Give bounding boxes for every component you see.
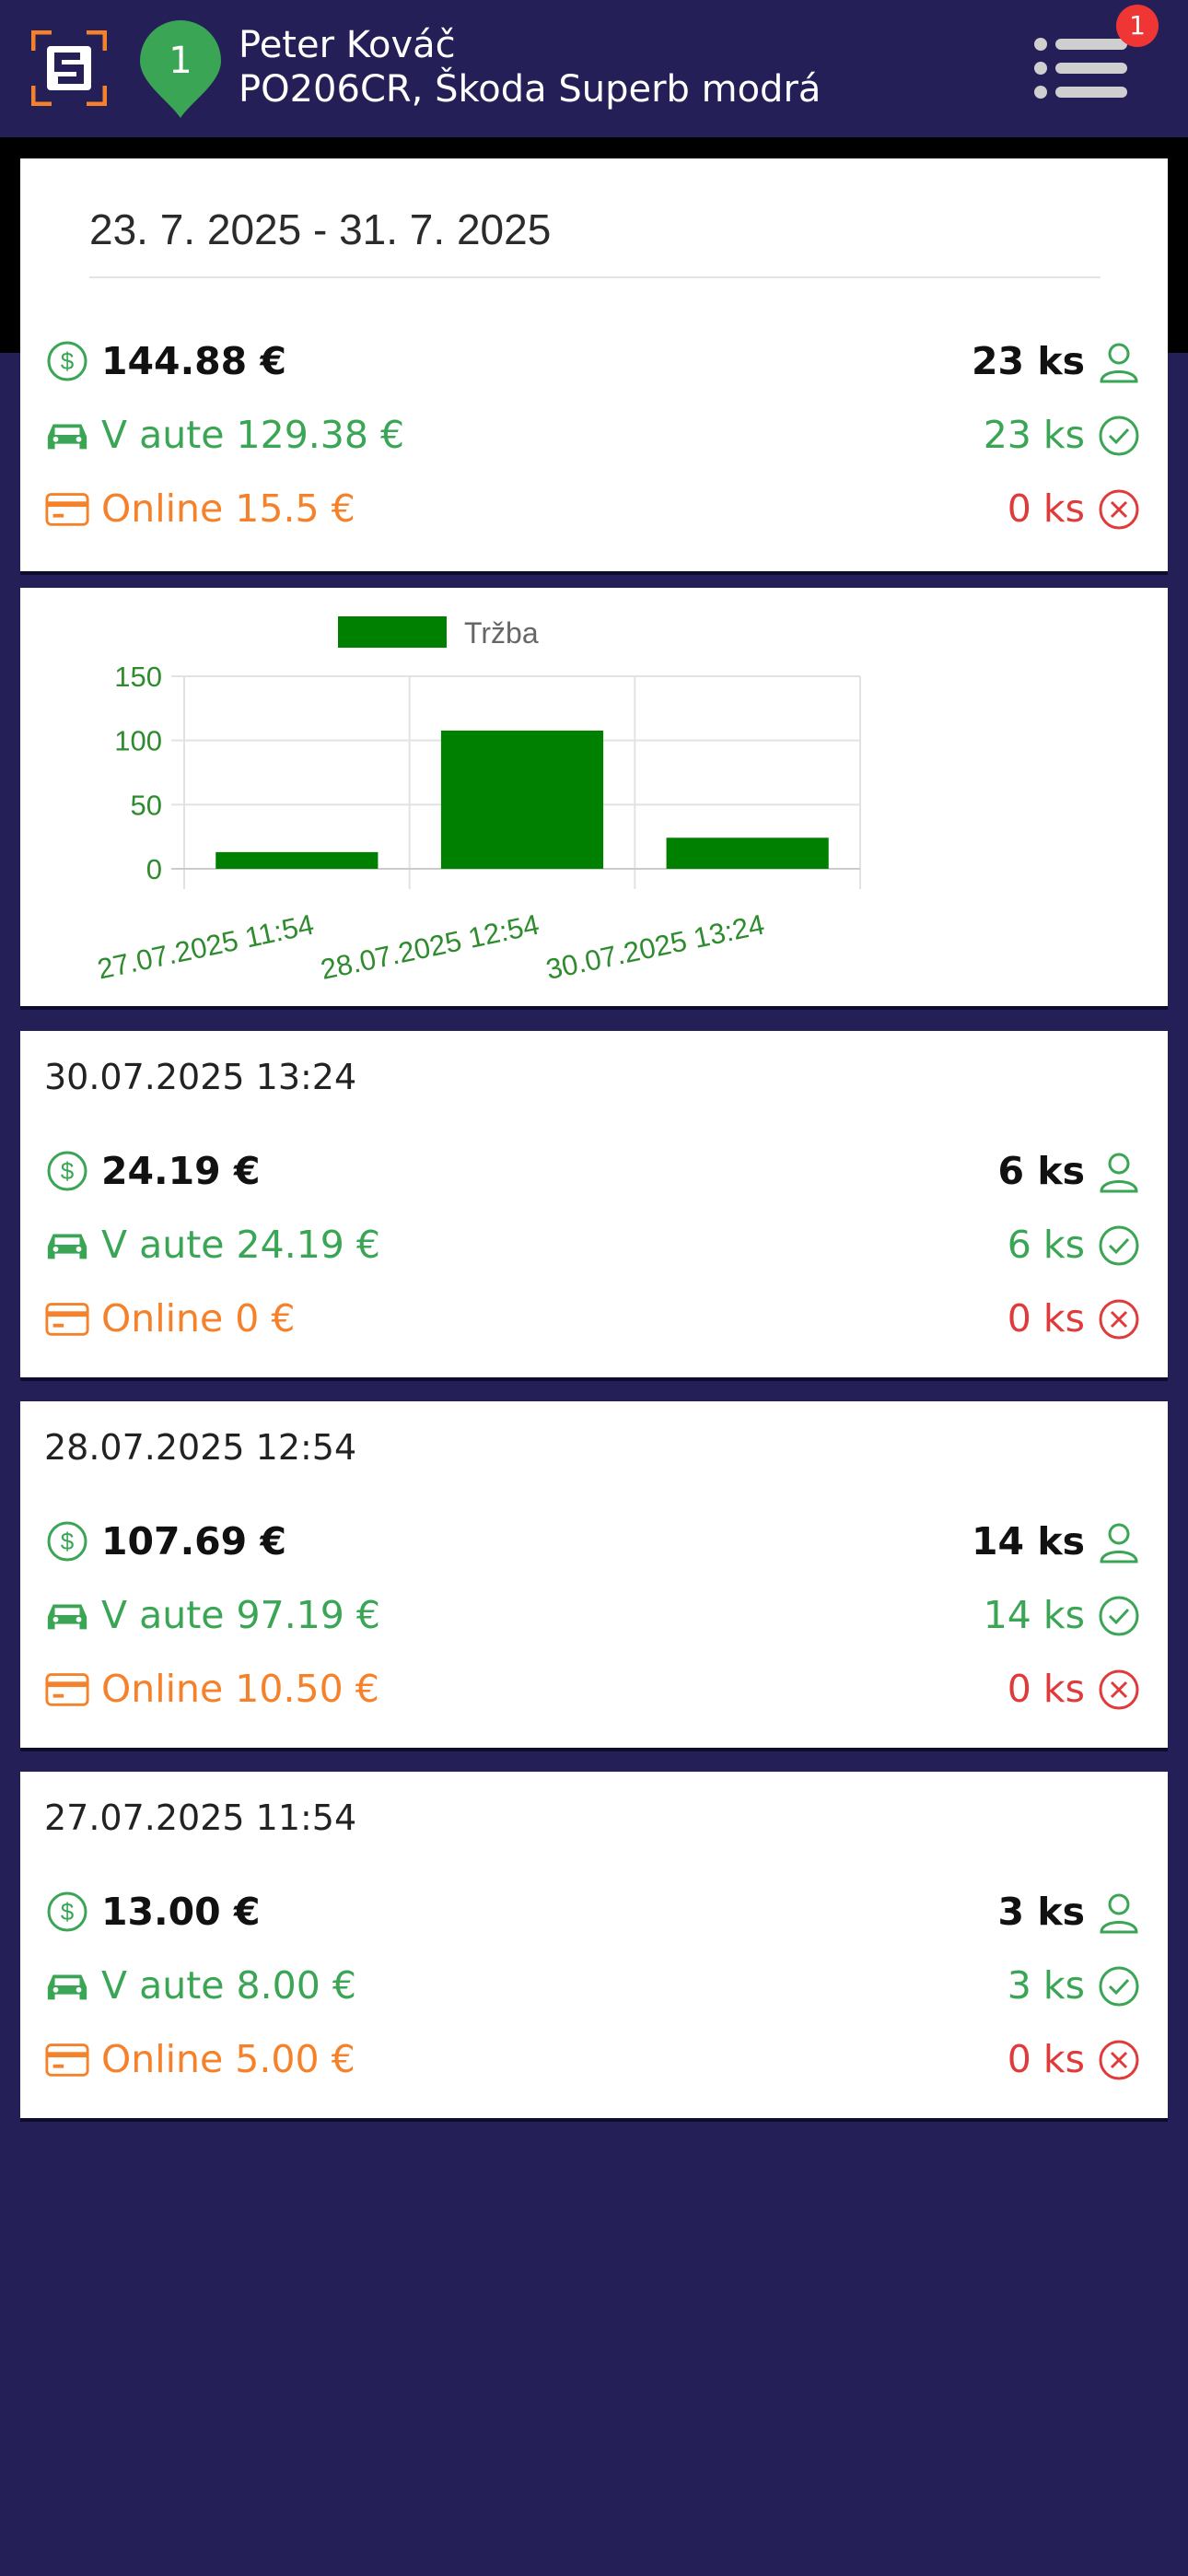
entry-date: 28.07.2025 12:54 — [44, 1427, 357, 1468]
online-row: Online 10.50 € 0 ks — [44, 1661, 1140, 1716]
x-circle-icon — [1099, 1299, 1139, 1340]
bar[interactable] — [215, 851, 379, 869]
online-row: Online 15.5 € 0 ks — [44, 481, 1140, 536]
online-count: 0 ks — [1007, 1296, 1085, 1341]
in-car-amount: V aute 24.19 € — [101, 1223, 381, 1267]
total-count: 3 ks — [997, 1890, 1085, 1934]
total-count: 23 ks — [972, 339, 1085, 383]
svg-text:$: $ — [61, 1157, 75, 1185]
total-count: 14 ks — [972, 1519, 1085, 1563]
legend-label: Tržba — [464, 616, 539, 650]
total-row: $ 13.00 € 3 ks — [44, 1884, 1140, 1939]
in-car-count: 6 ks — [1007, 1223, 1085, 1267]
online-row: Online 0 € 0 ks — [44, 1291, 1140, 1346]
bar[interactable] — [440, 730, 604, 869]
credit-card-icon — [45, 2043, 89, 2077]
total-row: $ 144.88 € 23 ks — [44, 334, 1140, 389]
notification-badge: 1 — [1116, 5, 1159, 47]
dollar-coin-icon: $ — [47, 1521, 87, 1562]
svg-text:$: $ — [61, 347, 75, 375]
x-tick-label: 30.07.2025 13:24 — [543, 908, 767, 986]
in-car-amount: V aute 97.19 € — [101, 1593, 381, 1637]
y-tick-label: 50 — [131, 789, 162, 821]
x-circle-icon — [1099, 2040, 1139, 2080]
pin-number: 1 — [169, 40, 192, 82]
check-circle-icon — [1099, 1966, 1139, 2007]
car-icon — [47, 1234, 87, 1259]
person-icon — [1100, 1893, 1138, 1934]
in-car-count: 14 ks — [983, 1593, 1085, 1637]
entry-card[interactable]: 27.07.2025 11:54 $ 13.00 € 3 ks V aute 8… — [20, 1772, 1168, 2122]
car-icon — [47, 424, 87, 450]
check-circle-icon — [1099, 1596, 1139, 1636]
total-amount: 144.88 € — [101, 339, 287, 383]
person-icon — [1100, 1153, 1138, 1193]
x-circle-icon — [1099, 489, 1139, 530]
x-circle-icon — [1099, 1669, 1139, 1710]
x-axis-ticks: 27.07.2025 11:54 28.07.2025 12:54 30.07.20… — [95, 908, 767, 986]
y-axis-ticks: 0 50 100 150 — [114, 661, 162, 885]
entry-date: 27.07.2025 11:54 — [44, 1797, 357, 1838]
menu-icon[interactable] — [1028, 31, 1131, 105]
total-row: $ 24.19 € 6 ks — [44, 1143, 1140, 1199]
app-logo-icon[interactable] — [31, 30, 107, 106]
y-tick-label: 150 — [114, 661, 162, 693]
divider — [89, 276, 1101, 278]
y-tick-label: 100 — [114, 725, 162, 757]
bar[interactable] — [666, 837, 829, 869]
entry-date: 30.07.2025 13:24 — [44, 1057, 357, 1097]
svg-text:$: $ — [61, 1528, 75, 1555]
in-car-row: V aute 129.38 € 23 ks — [44, 407, 1140, 463]
summary-card: 23. 7. 2025 - 31. 7. 2025 $ 144.88 € 23 … — [20, 158, 1168, 575]
online-count: 0 ks — [1007, 1667, 1085, 1711]
online-row: Online 5.00 € 0 ks — [44, 2032, 1140, 2087]
check-circle-icon — [1099, 416, 1139, 456]
svg-text:$: $ — [61, 1898, 75, 1926]
chart-bars — [215, 730, 829, 869]
x-tick-label: 28.07.2025 12:54 — [318, 908, 542, 986]
total-amount: 107.69 € — [101, 1519, 287, 1563]
entry-card[interactable]: 28.07.2025 12:54 $ 107.69 € 14 ks V aute… — [20, 1401, 1168, 1751]
check-circle-icon — [1099, 1225, 1139, 1266]
credit-card-icon — [45, 1673, 89, 1706]
person-icon — [1100, 1523, 1138, 1563]
in-car-amount: V aute 129.38 € — [101, 413, 405, 457]
online-amount: Online 15.5 € — [101, 486, 355, 531]
date-range-picker[interactable]: 23. 7. 2025 - 31. 7. 2025 — [89, 205, 551, 254]
dollar-coin-icon: $ — [47, 1891, 87, 1932]
in-car-row: V aute 97.19 € 14 ks — [44, 1587, 1140, 1643]
credit-card-icon — [45, 1303, 89, 1336]
in-car-row: V aute 8.00 € 3 ks — [44, 1958, 1140, 2013]
online-amount: Online 0 € — [101, 1296, 296, 1341]
total-row: $ 107.69 € 14 ks — [44, 1514, 1140, 1569]
total-count: 6 ks — [997, 1149, 1085, 1193]
in-car-count: 3 ks — [1007, 1963, 1085, 2008]
driver-name: Peter Kováč — [239, 24, 456, 66]
online-amount: Online 10.50 € — [101, 1667, 379, 1711]
app-header: 1 Peter Kováč PO206CR, Škoda Superb modr… — [0, 0, 1188, 137]
x-tick-label: 27.07.2025 11:54 — [95, 908, 317, 986]
dollar-coin-icon: $ — [47, 341, 87, 381]
car-icon — [47, 1974, 87, 2000]
online-count: 0 ks — [1007, 486, 1085, 531]
online-amount: Online 5.00 € — [101, 2037, 355, 2081]
vehicle-info: PO206CR, Škoda Superb modrá — [239, 68, 821, 111]
in-car-row: V aute 24.19 € 6 ks — [44, 1217, 1140, 1272]
car-icon — [47, 1604, 87, 1630]
in-car-count: 23 ks — [983, 413, 1085, 457]
entry-card[interactable]: 30.07.2025 13:24 $ 24.19 € 6 ks V aute 2… — [20, 1031, 1168, 1381]
online-count: 0 ks — [1007, 2037, 1085, 2081]
credit-card-icon — [45, 493, 89, 526]
dollar-coin-icon: $ — [47, 1151, 87, 1191]
chart-card: Tržba 0 50 100 150 27.07.2025 11:54 28.07.20… — [20, 588, 1168, 1010]
person-icon — [1100, 343, 1138, 383]
total-amount: 13.00 € — [101, 1890, 261, 1934]
y-tick-label: 0 — [146, 853, 162, 885]
legend-swatch — [338, 616, 447, 648]
total-amount: 24.19 € — [101, 1149, 261, 1193]
in-car-amount: V aute 8.00 € — [101, 1963, 356, 2008]
revenue-chart: Tržba 0 50 100 150 27.07.2025 11:54 28.07.20… — [95, 616, 861, 986]
